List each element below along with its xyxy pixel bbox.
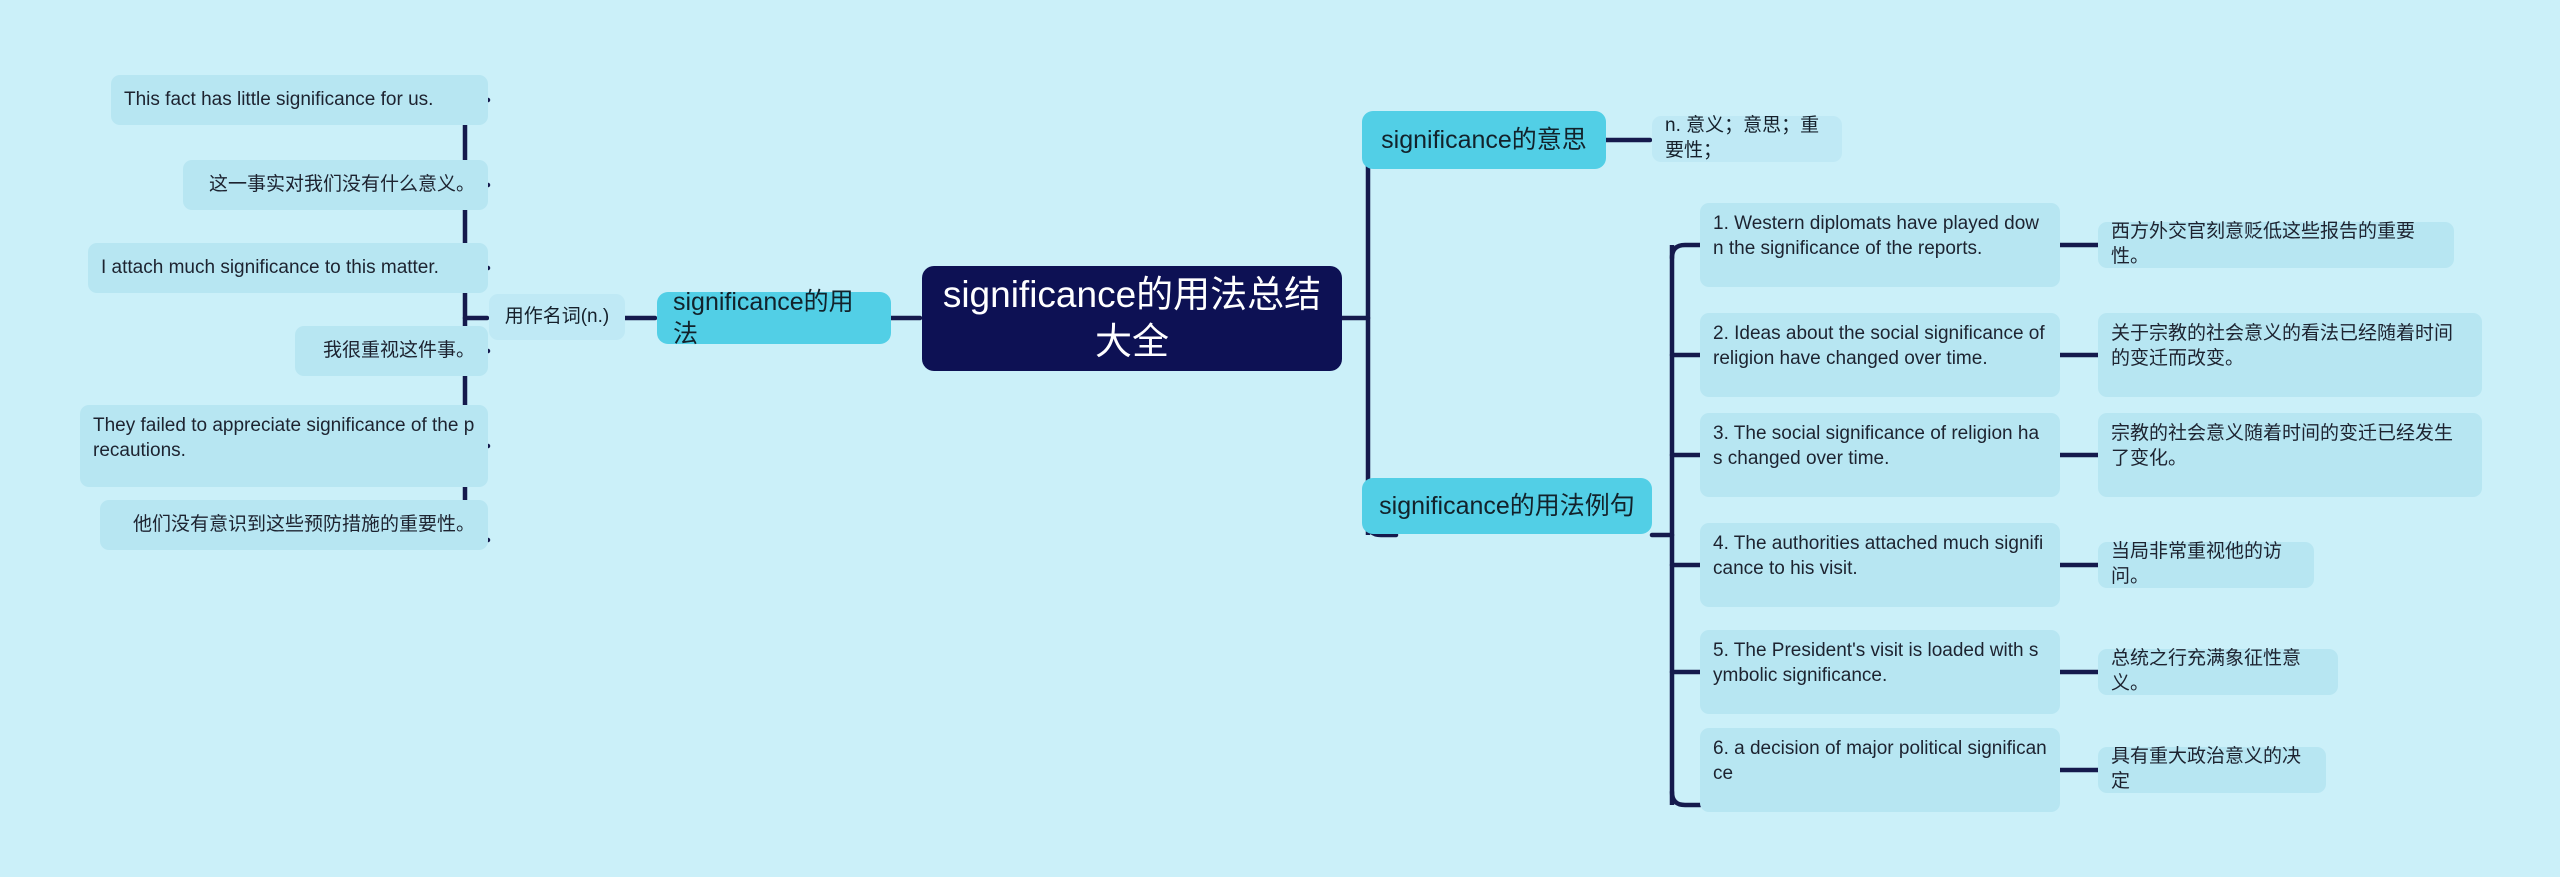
definition-node[interactable]: n. 意义；意思；重要性； — [1652, 115, 1842, 162]
list-item[interactable]: 他们没有意识到这些预防措施的重要性。 — [100, 500, 488, 550]
list-item[interactable]: 3. The social significance of religion h… — [1700, 413, 2060, 497]
list-item[interactable]: 总统之行充满象征性意义。 — [2098, 648, 2338, 695]
list-item[interactable]: 4. The authorities attached much signifi… — [1700, 523, 2060, 607]
list-item[interactable]: 西方外交官刻意贬低这些报告的重要性。 — [2098, 221, 2454, 268]
branch-usage[interactable]: significance的用法 — [657, 288, 891, 348]
list-item[interactable]: 关于宗教的社会意义的看法已经随着时间的变迁而改变。 — [2098, 313, 2482, 397]
branch-meaning[interactable]: significance的意思 — [1362, 111, 1606, 169]
list-item[interactable]: 1. Western diplomats have played down th… — [1700, 203, 2060, 287]
list-item[interactable]: They failed to appreciate significance o… — [80, 405, 488, 487]
list-item[interactable]: 2. Ideas about the social significance o… — [1700, 313, 2060, 397]
root-node[interactable]: significance的用法总结大全 — [922, 266, 1342, 371]
list-item[interactable]: I attach much significance to this matte… — [88, 243, 488, 293]
subnode-part-of-speech[interactable]: 用作名词(n.) — [489, 294, 625, 340]
branch-examples[interactable]: significance的用法例句 — [1362, 478, 1652, 534]
list-item[interactable]: 这一事实对我们没有什么意义。 — [183, 160, 488, 210]
list-item[interactable]: This fact has little significance for us… — [111, 75, 488, 125]
list-item[interactable]: 当局非常重视他的访问。 — [2098, 541, 2314, 588]
list-item[interactable]: 6. a decision of major political signifi… — [1700, 728, 2060, 812]
mindmap-canvas: significance的用法总结大全 significance的用法 用作名词… — [0, 0, 2560, 877]
list-item[interactable]: 宗教的社会意义随着时间的变迁已经发生了变化。 — [2098, 413, 2482, 497]
list-item[interactable]: 我很重视这件事。 — [295, 326, 488, 376]
list-item[interactable]: 5. The President's visit is loaded with … — [1700, 630, 2060, 714]
list-item[interactable]: 具有重大政治意义的决定 — [2098, 746, 2326, 793]
